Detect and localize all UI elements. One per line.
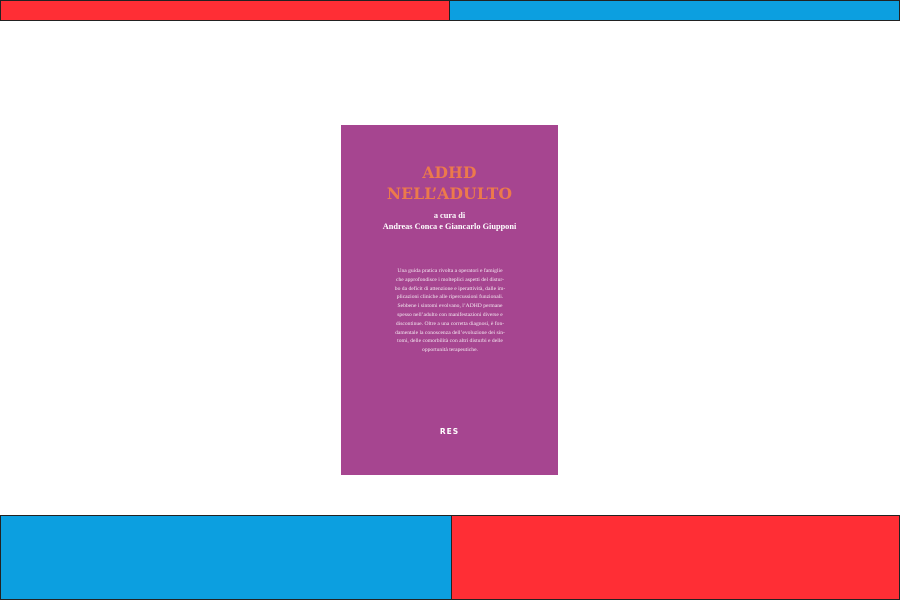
publisher-logo: RES: [439, 427, 460, 436]
editor-names: Andreas Conca e Giancarlo Giupponi: [382, 222, 517, 231]
blurb-line: spesso nell’adulto con manifestazioni di…: [397, 311, 503, 318]
blurb-line: opportunità terapeutiche.: [422, 347, 478, 354]
book-blurb: Una guida pratica rivolta a operatori e …: [382, 267, 518, 355]
blurb-line: tomi, delle comorbilità con altri distur…: [397, 338, 503, 345]
editor-credit: a cura di Andreas Conca e Giancarlo Giup…: [341, 210, 558, 232]
bottom-left-blue-band: [0, 515, 452, 600]
book-title: ADHD NELL’ADULTO: [341, 162, 558, 204]
book-title-line-1: ADHD: [422, 163, 477, 182]
blurb-line: damentale la conoscenza dell’evoluzione …: [395, 329, 505, 336]
top-right-blue-band: [449, 0, 900, 21]
blurb-line: plicazioni cliniche alle ripercussioni f…: [396, 294, 504, 301]
blurb-line: discontinue. Oltre a una corretta diagno…: [395, 320, 505, 327]
blurb-line: che approfondisce i molteplici aspetti d…: [395, 276, 504, 283]
book-title-line-2: NELL’ADULTO: [386, 184, 513, 203]
book-cover: ADHD NELL’ADULTO a cura di Andreas Conca…: [341, 125, 558, 475]
top-left-red-band: [0, 0, 450, 21]
blurb-line: bo da deficit di attenzione e iperattivi…: [394, 285, 506, 292]
bottom-right-red-band: [451, 515, 900, 600]
blurb-line: Sebbene i sintomi evolvano, l’ADHD perma…: [397, 303, 503, 310]
editor-prefix: a cura di: [433, 211, 466, 220]
blurb-line: Una guida pratica rivolta a operatori e …: [397, 268, 503, 274]
